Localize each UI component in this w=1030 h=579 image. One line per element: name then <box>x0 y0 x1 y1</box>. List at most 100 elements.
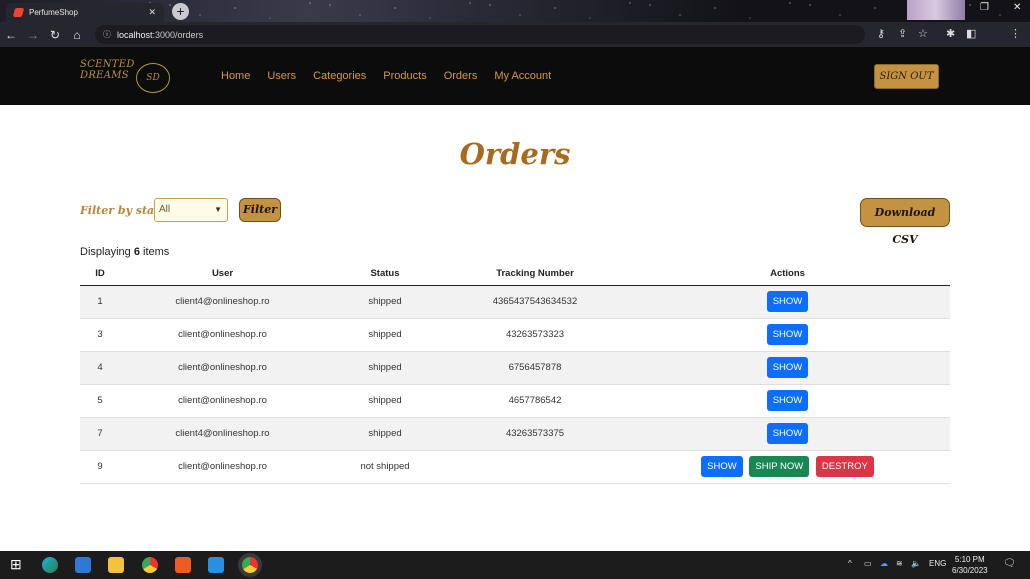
show-button[interactable]: SHOW <box>766 357 809 378</box>
show-button[interactable]: SHOW <box>766 390 809 411</box>
brave-browser-icon[interactable] <box>175 557 191 573</box>
page-title: Orders <box>459 137 571 171</box>
app-navbar: SCENTED DREAMS SD Home Users Categories … <box>0 47 1030 105</box>
notifications-icon[interactable]: 🗨 <box>1003 558 1016 569</box>
header-user: User <box>120 262 325 286</box>
cell-tracking: 4657786542 <box>445 384 625 418</box>
clock-date: 6/30/2023 <box>952 566 988 575</box>
home-icon[interactable]: ⌂ <box>66 28 88 42</box>
filter-button[interactable]: Filter <box>239 198 281 222</box>
header-actions: Actions <box>625 262 950 286</box>
cell-tracking: 43263573323 <box>445 318 625 352</box>
taskbar-clock[interactable]: 5:10 PM 6/30/2023 <box>952 554 988 576</box>
chevron-down-icon: ▼ <box>214 205 222 214</box>
url-host: localhost <box>117 29 153 40</box>
logo-line-1: SCENTED <box>80 59 135 70</box>
side-panel-icon[interactable]: ◧ <box>966 27 976 40</box>
status-filter-select[interactable]: All ▼ <box>154 198 228 222</box>
site-favicon-icon <box>12 8 25 17</box>
vscode-icon[interactable] <box>208 557 224 573</box>
cell-actions: SHOW SHIP NOW DESTROY <box>625 450 950 484</box>
share-icon[interactable]: ⇪ <box>898 27 907 40</box>
key-icon[interactable]: ⚷ <box>877 27 885 40</box>
cell-status: shipped <box>325 384 445 418</box>
table-header-row: ID User Status Tracking Number Actions <box>80 262 950 286</box>
wifi-icon[interactable]: ≋ <box>896 559 903 568</box>
show-button[interactable]: SHOW <box>766 423 809 444</box>
chrome-active-icon[interactable] <box>242 557 258 573</box>
window-thumbnail-image <box>907 0 965 20</box>
windows-start-icon[interactable]: ⊞ <box>10 556 26 572</box>
cell-user: client@onlineshop.ro <box>120 450 325 484</box>
nav-users[interactable]: Users <box>267 70 296 82</box>
table-row: 7 client4@onlineshop.ro shipped 43263573… <box>80 417 950 451</box>
cell-user: client@onlineshop.ro <box>120 318 325 352</box>
table-row: 3 client@onlineshop.ro shipped 432635733… <box>80 318 950 352</box>
browser-toolbar: ← → ↻ ⌂ ⓘ localhost:3000/orders ⚷ ⇪ ☆ ✱ … <box>0 22 1030 63</box>
cell-id: 4 <box>80 351 120 385</box>
show-button[interactable]: SHOW <box>766 291 809 312</box>
nav-products[interactable]: Products <box>383 70 426 82</box>
table-row: 1 client4@onlineshop.ro shipped 43654375… <box>80 285 950 319</box>
main-menu: Home Users Categories Products Orders My… <box>221 70 568 82</box>
menu-kebab-icon[interactable]: ⋮ <box>1010 27 1021 40</box>
tray-chevron-icon[interactable]: ^ <box>848 559 852 568</box>
status-filter-value: All <box>159 204 171 215</box>
sign-out-button[interactable]: SIGN OUT <box>874 64 939 89</box>
items-count-text: Displaying 6 items <box>80 246 169 258</box>
cell-status: shipped <box>325 351 445 385</box>
table-row: 4 client@onlineshop.ro shipped 675645787… <box>80 351 950 385</box>
battery-icon[interactable]: ▭ <box>864 559 872 568</box>
cell-tracking: 4365437543634532 <box>445 285 625 319</box>
logo-badge: SD <box>136 63 170 93</box>
download-csv-button[interactable]: Download CSV <box>860 198 950 246</box>
language-indicator[interactable]: ENG <box>929 559 946 568</box>
reload-icon[interactable]: ↻ <box>44 28 66 42</box>
cell-user: client@onlineshop.ro <box>120 351 325 385</box>
windows-taskbar: ⊞ ^ ▭ ☁ ≋ 🔈 ENG 5:10 PM 6/30/2023 🗨 <box>0 551 1030 579</box>
cell-id: 3 <box>80 318 120 352</box>
browser-tab[interactable]: PerfumeShop ✕ <box>6 3 164 22</box>
back-icon[interactable]: ← <box>0 28 22 42</box>
cell-status: shipped <box>325 318 445 352</box>
cell-actions: SHOW <box>625 351 950 385</box>
extensions-icon[interactable]: ✱ <box>946 27 955 40</box>
close-window-icon[interactable]: ✕ <box>1013 2 1021 13</box>
displaying-prefix: Displaying <box>80 246 134 258</box>
header-status: Status <box>325 262 445 286</box>
url-path: :3000/orders <box>152 29 204 40</box>
nav-home[interactable]: Home <box>221 70 250 82</box>
displaying-suffix: items <box>139 246 170 258</box>
destroy-button[interactable]: DESTROY <box>815 456 874 477</box>
brand-logo[interactable]: SCENTED DREAMS <box>80 59 135 81</box>
tab-title: PerfumeShop <box>29 8 78 17</box>
cell-status: shipped <box>325 285 445 319</box>
cell-tracking: 6756457878 <box>445 351 625 385</box>
cell-status: shipped <box>325 417 445 451</box>
nav-categories[interactable]: Categories <box>313 70 366 82</box>
volume-icon[interactable]: 🔈 <box>911 559 921 568</box>
mail-icon[interactable] <box>75 557 91 573</box>
show-button[interactable]: SHOW <box>766 324 809 345</box>
cell-actions: SHOW <box>625 318 950 352</box>
cell-actions: SHOW <box>625 285 950 319</box>
chrome-icon[interactable] <box>142 557 158 573</box>
file-explorer-icon[interactable] <box>108 557 124 573</box>
onedrive-icon[interactable]: ☁ <box>880 559 888 568</box>
nav-orders[interactable]: Orders <box>444 70 478 82</box>
orders-table: ID User Status Tracking Number Actions 1… <box>80 262 950 484</box>
nav-my-account[interactable]: My Account <box>494 70 551 82</box>
bookmark-star-icon[interactable]: ☆ <box>918 27 928 40</box>
address-bar[interactable]: ⓘ localhost:3000/orders <box>95 25 865 44</box>
cell-user: client@onlineshop.ro <box>120 384 325 418</box>
ship-now-button[interactable]: SHIP NOW <box>749 456 810 477</box>
show-button[interactable]: SHOW <box>701 456 743 477</box>
cell-user: client4@onlineshop.ro <box>120 285 325 319</box>
edge-browser-icon[interactable] <box>42 557 58 573</box>
restore-window-icon[interactable]: ❐ <box>980 2 989 13</box>
close-tab-icon[interactable]: ✕ <box>148 7 156 18</box>
new-tab-button[interactable]: + <box>172 3 189 20</box>
info-icon[interactable]: ⓘ <box>103 29 111 40</box>
forward-icon[interactable]: → <box>22 28 44 42</box>
cell-status: not shipped <box>325 450 445 484</box>
